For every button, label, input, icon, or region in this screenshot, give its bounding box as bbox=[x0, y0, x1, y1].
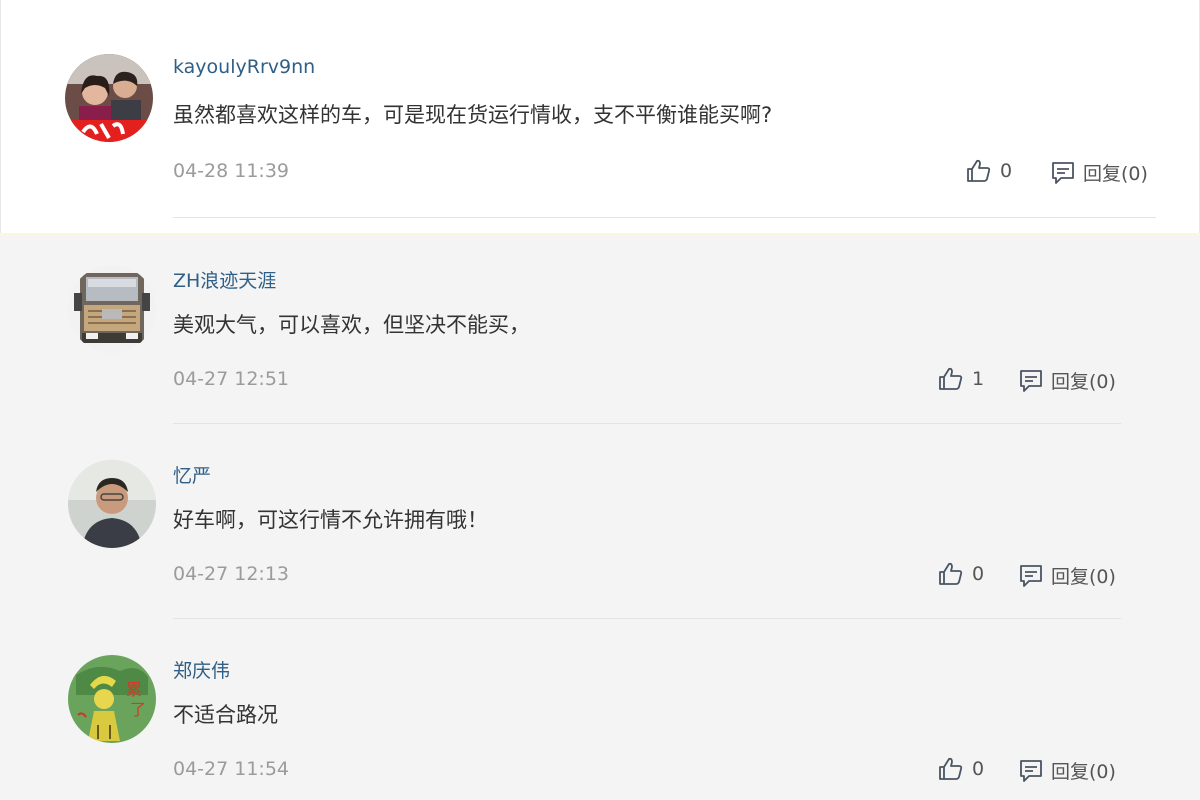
like-button[interactable]: 0 bbox=[938, 757, 984, 781]
like-button[interactable]: 1 bbox=[938, 367, 984, 391]
avatar[interactable]: 累 了 bbox=[68, 655, 156, 743]
comment-time: 04-27 12:13 bbox=[173, 563, 290, 585]
username[interactable]: 忆严 bbox=[173, 461, 211, 488]
reply-button[interactable]: 回复(0) bbox=[1019, 562, 1116, 589]
avatar[interactable] bbox=[68, 265, 156, 353]
like-count: 0 bbox=[972, 758, 985, 780]
svg-text:了: 了 bbox=[130, 700, 146, 719]
comment-divider bbox=[173, 423, 1121, 424]
comment-divider bbox=[173, 618, 1121, 619]
thumbs-up-icon bbox=[938, 757, 964, 781]
reply-label: 回复(0) bbox=[1051, 761, 1116, 783]
like-button[interactable]: 0 bbox=[938, 562, 984, 586]
comment-text: 美观大气，可以喜欢，但坚决不能买， bbox=[173, 313, 530, 337]
like-count: 0 bbox=[972, 563, 985, 585]
comment-text: 不适合路况 bbox=[173, 703, 278, 727]
comment-icon bbox=[1019, 759, 1043, 783]
comment-time: 04-27 11:54 bbox=[173, 758, 290, 780]
reply-label: 回复(0) bbox=[1051, 371, 1116, 393]
comment-time: 04-27 12:51 bbox=[173, 368, 290, 390]
thumbs-up-icon bbox=[938, 367, 964, 391]
svg-text:累: 累 bbox=[126, 680, 142, 699]
username[interactable]: ZH浪迹天涯 bbox=[173, 266, 276, 293]
thumbs-up-icon bbox=[938, 562, 964, 586]
reply-button[interactable]: 回复(0) bbox=[1019, 367, 1116, 394]
like-count: 1 bbox=[972, 368, 985, 390]
reply-label: 回复(0) bbox=[1051, 566, 1116, 588]
username[interactable]: 郑庆伟 bbox=[173, 656, 230, 683]
comment-text: 好车啊，可这行情不允许拥有哦！ bbox=[173, 508, 488, 532]
comment-icon bbox=[1019, 369, 1043, 393]
comment-icon bbox=[1019, 564, 1043, 588]
reply-button[interactable]: 回复(0) bbox=[1019, 757, 1116, 784]
comment-item: ZH浪迹天涯 美观大气，可以喜欢，但坚决不能买， 04-27 12:51 1 回… bbox=[0, 0, 1200, 800]
avatar[interactable] bbox=[68, 460, 156, 548]
